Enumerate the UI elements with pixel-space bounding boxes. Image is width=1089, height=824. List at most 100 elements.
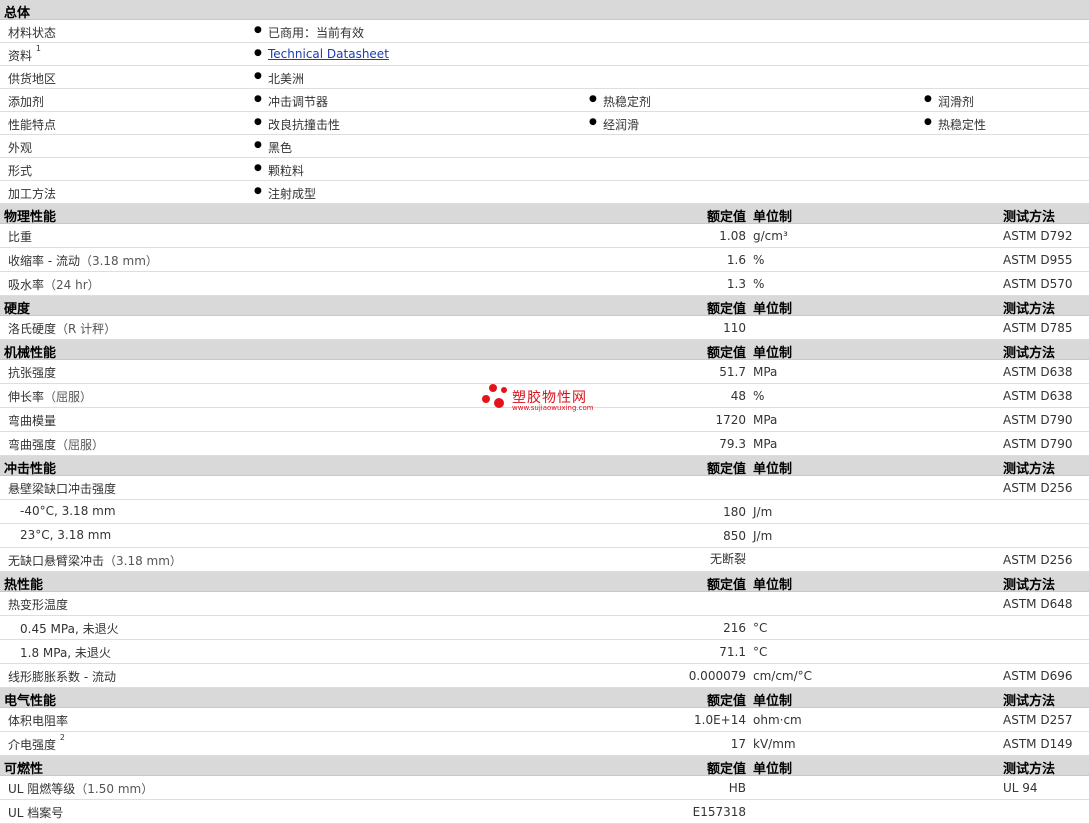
- column-header-method: 测试方法: [1003, 762, 1056, 777]
- bullet-value: 热稳定性: [924, 116, 986, 133]
- row-ul-file: UL 档案号 E157318: [0, 800, 1089, 824]
- row-form: 形式 颗粒料: [0, 158, 1089, 181]
- bullet-value: 黑色: [254, 139, 292, 156]
- row-label: 形式: [8, 164, 33, 178]
- row-label: 材料状态: [8, 26, 57, 40]
- column-header-value: 额定值: [706, 210, 746, 225]
- column-header-method: 测试方法: [1003, 346, 1056, 361]
- column-header-method: 测试方法: [1003, 694, 1056, 709]
- row-unit: MPa: [753, 413, 778, 427]
- row-unit: g/cm³: [753, 229, 788, 243]
- row-unit: J/m: [753, 529, 773, 543]
- row-value: 无断裂: [709, 552, 746, 566]
- technical-datasheet-link-item: Technical Datasheet: [254, 47, 389, 61]
- column-header-method: 测试方法: [1003, 578, 1056, 593]
- bullet-value: 北美洲: [254, 70, 304, 87]
- row-value: 1.6: [726, 253, 746, 267]
- row-method: ASTM D648: [1003, 597, 1073, 611]
- row-unit: %: [753, 277, 765, 291]
- row-flexural-strength: 弯曲强度（屈服） 79.3 MPa ASTM D790: [0, 432, 1089, 456]
- row-label: 性能特点: [8, 118, 57, 132]
- column-header-method: 测试方法: [1003, 302, 1056, 317]
- row-unit: MPa: [753, 437, 778, 451]
- row-dielectric-strength: 介电强度 2 17 kV/mm ASTM D149: [0, 732, 1089, 756]
- row-label: 供货地区: [8, 72, 57, 86]
- section-title: 冲击性能: [4, 462, 57, 477]
- row-notched-izod-minus40: -40°C, 3.18 mm 180 J/m: [0, 500, 1089, 524]
- column-header-value: 额定值: [706, 694, 746, 709]
- bullet-value: 热稳定剂: [589, 93, 651, 110]
- section-header-thermal: 热性能 额定值 单位制 测试方法: [0, 572, 1089, 593]
- row-appearance: 外观 黑色: [0, 135, 1089, 158]
- row-unit: ohm·cm: [753, 713, 802, 727]
- row-features: 性能特点 改良抗撞击性 经润滑 热稳定性: [0, 112, 1089, 135]
- row-notched-izod-23: 23°C, 3.18 mm 850 J/m: [0, 524, 1089, 548]
- row-additives: 添加剂 冲击调节器 热稳定剂 润滑剂: [0, 89, 1089, 112]
- row-material-status: 材料状态 已商用：当前有效: [0, 20, 1089, 43]
- watermark-url: www.sujiaowuxing.com: [512, 404, 594, 412]
- row-method: ASTM D638: [1003, 365, 1073, 379]
- row-value: 1720: [715, 413, 746, 427]
- row-value: 51.7: [719, 365, 746, 379]
- bullet-value: 经润滑: [589, 116, 639, 133]
- row-value: 0.000079: [688, 669, 746, 683]
- row-literature: 资料 1 Technical Datasheet: [0, 43, 1089, 66]
- row-condition: （24 hr）: [44, 278, 100, 292]
- row-label: 资料 1: [8, 44, 41, 63]
- section-header-hardness: 硬度 额定值 单位制 测试方法: [0, 296, 1089, 317]
- row-method: ASTM D256: [1003, 553, 1073, 567]
- section-header-mechanical: 机械性能 额定值 单位制 测试方法: [0, 340, 1089, 361]
- row-label: 外观: [8, 141, 33, 155]
- column-header-unit: 单位制: [753, 346, 793, 361]
- technical-datasheet-link[interactable]: Technical Datasheet: [268, 47, 389, 61]
- row-ul-rating: UL 阻燃等级（1.50 mm） HB UL 94: [0, 776, 1089, 800]
- row-unit: MPa: [753, 365, 778, 379]
- row-value: 1.3: [726, 277, 746, 291]
- row-unit: %: [753, 389, 765, 403]
- row-condition: （3.18 mm）: [79, 254, 158, 268]
- column-header-method: 测试方法: [1003, 462, 1056, 477]
- bullet-value: 润滑剂: [924, 93, 974, 110]
- row-label: 弯曲强度（屈服）: [8, 438, 105, 452]
- section-header-electrical: 电气性能 额定值 单位制 测试方法: [0, 688, 1089, 709]
- section-title: 热性能: [4, 578, 44, 593]
- row-label: 23°C, 3.18 mm: [20, 528, 112, 542]
- column-header-value: 额定值: [706, 762, 746, 777]
- section-title: 硬度: [4, 302, 31, 317]
- section-header-general: 总体: [0, 0, 1089, 21]
- row-value: 17: [730, 737, 746, 751]
- section-header-physical: 物理性能 额定值 单位制 测试方法: [0, 204, 1089, 225]
- row-availability: 供货地区 北美洲: [0, 66, 1089, 89]
- row-condition: （1.50 mm）: [75, 782, 154, 796]
- row-value: 216: [723, 621, 746, 635]
- section-header-flammability: 可燃性 额定值 单位制 测试方法: [0, 756, 1089, 777]
- row-method: ASTM D790: [1003, 413, 1073, 427]
- row-unit: kV/mm: [753, 737, 796, 751]
- row-label: 1.8 MPa, 未退火: [20, 646, 111, 660]
- row-condition: （屈服）: [56, 438, 105, 452]
- row-value: E157318: [692, 805, 746, 819]
- row-label: 无缺口悬臂梁冲击（3.18 mm）: [8, 554, 182, 568]
- row-unit: cm/cm/°C: [753, 669, 813, 683]
- row-label: 抗张强度: [8, 366, 57, 380]
- row-method: ASTM D955: [1003, 253, 1073, 267]
- column-header-unit: 单位制: [753, 462, 793, 477]
- section-header-impact: 冲击性能 额定值 单位制 测试方法: [0, 456, 1089, 477]
- row-label: 加工方法: [8, 187, 57, 201]
- row-value: HB: [728, 781, 746, 795]
- column-header-value: 额定值: [706, 462, 746, 477]
- row-method: ASTM D696: [1003, 669, 1073, 683]
- logo-dot-icon: [494, 398, 504, 408]
- row-condition: （屈服）: [44, 390, 93, 404]
- footnote-marker: 2: [59, 733, 65, 742]
- row-value: 79.3: [719, 437, 746, 451]
- column-header-value: 额定值: [706, 302, 746, 317]
- row-label: 体积电阻率: [8, 714, 69, 728]
- column-header-unit: 单位制: [753, 302, 793, 317]
- row-water-absorption: 吸水率（24 hr） 1.3 % ASTM D570: [0, 272, 1089, 296]
- column-header-value: 额定值: [706, 346, 746, 361]
- row-notched-izod: 悬壁梁缺口冲击强度 ASTM D256: [0, 476, 1089, 500]
- row-unit: %: [753, 253, 765, 267]
- section-title: 总体: [4, 6, 31, 21]
- row-method: ASTM D790: [1003, 437, 1073, 451]
